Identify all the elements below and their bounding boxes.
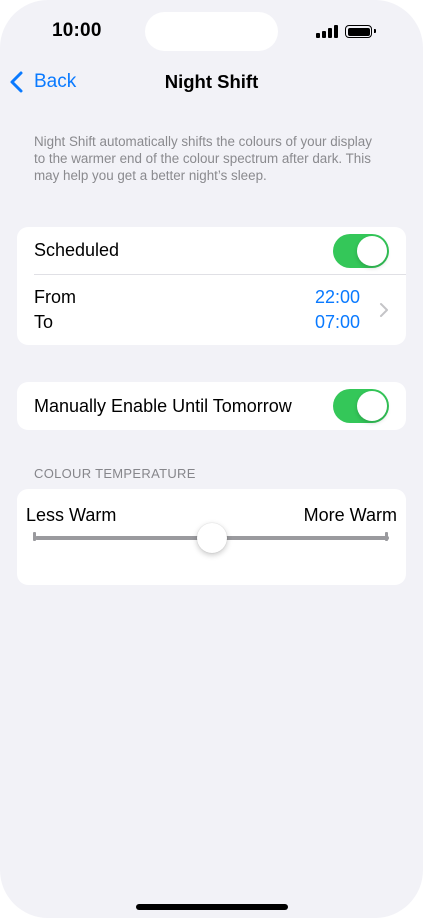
phone-screen: 10:00 Back Night Shift Night Shift autom… [0,0,423,918]
colour-temperature-group: Less Warm More Warm [17,489,406,585]
chevron-right-icon [380,303,388,317]
status-time: 10:00 [52,20,102,41]
colour-temperature-header: COLOUR TEMPERATURE [34,466,196,481]
slider-max-tick [385,532,388,541]
manual-enable-label: Manually Enable Until Tomorrow [34,396,292,416]
page-title: Night Shift [164,71,259,92]
from-time-value: 22:00 [314,287,360,307]
from-label: From [34,287,76,307]
home-indicator[interactable] [136,904,288,910]
toggle-knob [357,391,387,421]
dynamic-island [145,12,278,51]
manual-enable-group: Manually Enable Until Tomorrow [17,382,406,430]
to-time-value: 07:00 [314,312,360,332]
toggle-knob [357,236,387,266]
scheduled-group: Scheduled From To 22:00 07:00 [17,227,406,345]
less-warm-label: Less Warm [26,505,117,525]
night-shift-description: Night Shift automatically shifts the col… [34,134,372,183]
schedule-times-row[interactable]: From To 22:00 07:00 [17,275,406,345]
to-label: To [34,312,54,332]
scheduled-toggle[interactable] [333,234,389,268]
more-warm-label: More Warm [303,505,397,525]
slider-min-tick [33,532,36,541]
cellular-signal-icon [316,25,338,38]
battery-icon [345,25,376,38]
manual-enable-toggle[interactable] [333,389,389,423]
scheduled-label: Scheduled [34,240,120,260]
colour-temperature-slider-thumb[interactable] [197,523,227,553]
